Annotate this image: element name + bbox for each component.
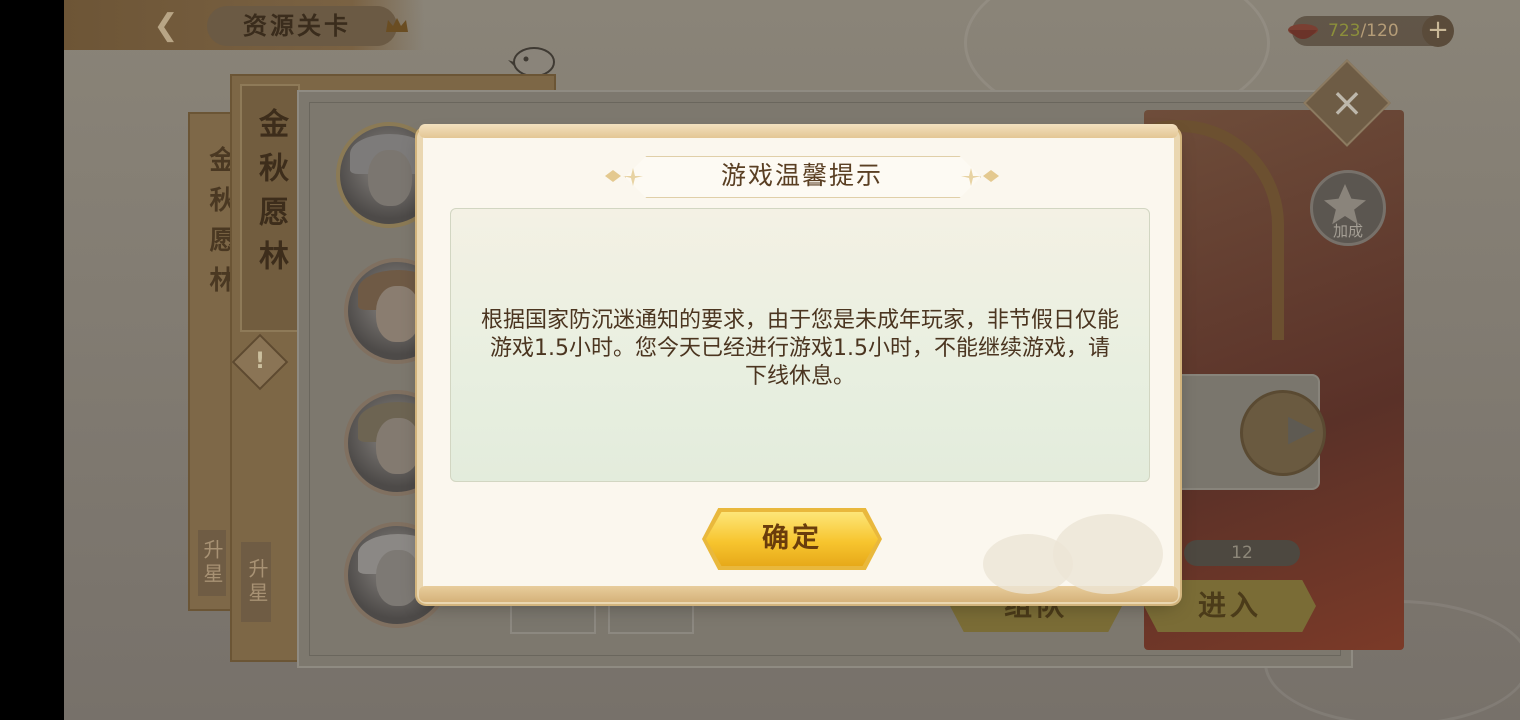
stamina-counter: 723/120 + [1288, 15, 1454, 47]
back-button[interactable]: ❮ [144, 8, 188, 44]
arrow-right-icon[interactable]: ▶ [1288, 408, 1316, 449]
dialog-message: 根据国家防沉迷通知的要求，由于您是未成年玩家，非节假日仅能游戏1.5小时。您今天… [481, 308, 1120, 389]
page-title: 资源关卡 [207, 6, 397, 46]
stage-banner-main-label: 金秋愿林 [253, 108, 288, 284]
buff-button[interactable]: 加成 [1310, 170, 1386, 246]
close-icon: × [1330, 80, 1364, 126]
attempt-count: 12 [1184, 540, 1300, 566]
game-screen: ❮ 资源关卡 723/120 + 金秋愿林 升星 金秋愿林 ! 升星 × 加成 … [64, 0, 1520, 720]
back-icon: ❮ [153, 8, 179, 43]
upgrade-tab-main[interactable]: 升星 [241, 542, 271, 622]
dialog-bottom-frame [419, 586, 1178, 602]
dialog-title: 游戏温馨提示 [720, 161, 883, 190]
stamina-max: /120 [1360, 21, 1399, 41]
confirm-button[interactable]: 确定 [706, 512, 878, 566]
add-stamina-button[interactable]: + [1422, 15, 1454, 47]
dialog-top-frame [419, 124, 1178, 138]
stamina-bowl-icon [1288, 24, 1318, 39]
upgrade-tab-back[interactable]: 升星 [198, 530, 226, 596]
notice-dialog: 游戏温馨提示 根据国家防沉迷通知的要求，由于您是未成年玩家，非节假日仅能游戏1.… [419, 124, 1178, 602]
dialog-header: 游戏温馨提示 [605, 154, 999, 198]
buff-label: 加成 [1332, 222, 1363, 240]
plus-icon: + [1427, 15, 1449, 45]
crown-icon [386, 18, 408, 32]
message-box: 根据国家防沉迷通知的要求，由于您是未成年玩家，非节假日仅能游戏1.5小时。您今天… [450, 208, 1150, 482]
stamina-current: 723 [1328, 21, 1361, 41]
cloud-decoration [1053, 514, 1163, 594]
stamina-value: 723/120 [1328, 16, 1399, 46]
